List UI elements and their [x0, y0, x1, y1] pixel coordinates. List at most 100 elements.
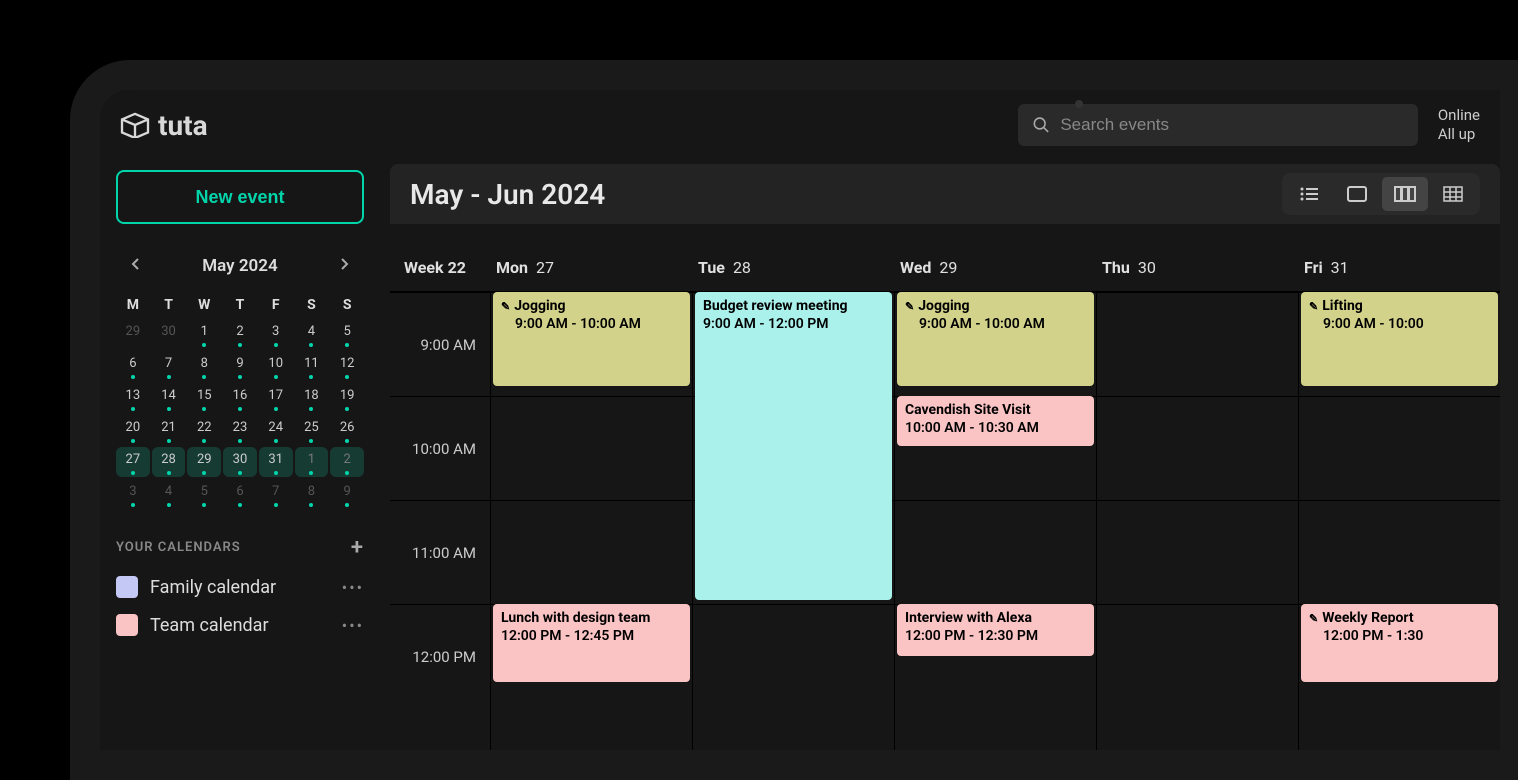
mini-cal-day[interactable]: 6 — [223, 479, 257, 509]
mini-cal-day[interactable]: 9 — [223, 351, 257, 381]
mini-cal-day[interactable]: 16 — [223, 383, 257, 413]
mini-cal-day[interactable]: 6 — [116, 351, 150, 381]
search-input[interactable] — [1060, 115, 1404, 135]
calendar-menu-button[interactable]: ••• — [342, 578, 364, 597]
mini-cal-day[interactable]: 20 — [116, 415, 150, 445]
prev-month-button[interactable] — [122, 252, 148, 279]
mini-cal-day[interactable]: 29 — [116, 319, 150, 349]
mini-cal-day[interactable]: 18 — [295, 383, 329, 413]
list-icon — [1299, 186, 1319, 202]
topbar: tuta Online All up — [100, 90, 1500, 160]
calendar-swatch — [116, 576, 138, 598]
event-time: 12:00 PM - 12:45 PM — [501, 628, 682, 644]
mini-cal-day[interactable]: 25 — [295, 415, 329, 445]
mini-cal-day[interactable]: 30 — [223, 447, 257, 477]
status-block: Online All up — [1438, 106, 1480, 145]
mini-cal-day[interactable]: 11 — [295, 351, 329, 381]
event-title: ✎Weekly Report — [1309, 610, 1490, 626]
time-slot-label: 10:00 AM — [390, 396, 490, 500]
pencil-icon: ✎ — [1309, 300, 1318, 313]
calendar-label: Family calendar — [150, 577, 330, 598]
mini-cal-day[interactable]: 5 — [330, 319, 364, 349]
pencil-icon: ✎ — [1309, 612, 1318, 625]
day-header[interactable]: Mon27 — [490, 258, 692, 277]
mini-cal-day[interactable]: 17 — [259, 383, 293, 413]
calendar-event[interactable]: ✎Jogging9:00 AM - 10:00 AM — [493, 292, 690, 386]
app-logo: tuta — [120, 109, 208, 142]
view-toggle — [1282, 173, 1480, 215]
mini-cal-day[interactable]: 3 — [259, 319, 293, 349]
month-icon — [1443, 186, 1463, 202]
day-header[interactable]: Thu30 — [1096, 258, 1298, 277]
event-time: 10:00 AM - 10:30 AM — [905, 420, 1086, 436]
mini-cal-day[interactable]: 23 — [223, 415, 257, 445]
mini-cal-day[interactable]: 1 — [295, 447, 329, 477]
mini-calendar: May 2024 MTWTFSS293012345678910111213141… — [116, 248, 364, 509]
calendar-event[interactable]: Budget review meeting9:00 AM - 12:00 PM — [695, 292, 892, 600]
day-header[interactable]: Wed29 — [894, 258, 1096, 277]
mini-cal-day[interactable]: 4 — [295, 319, 329, 349]
view-agenda-button[interactable] — [1286, 177, 1332, 211]
mini-cal-day[interactable]: 3 — [116, 479, 150, 509]
day-header[interactable]: Tue28 — [692, 258, 894, 277]
day-icon — [1347, 186, 1367, 202]
mini-cal-day[interactable]: 9 — [330, 479, 364, 509]
mini-cal-day[interactable]: 13 — [116, 383, 150, 413]
day-column[interactable]: ✎Jogging9:00 AM - 10:00 AM Cavendish Site… — [894, 292, 1096, 750]
mini-cal-day[interactable]: 24 — [259, 415, 293, 445]
day-column[interactable]: Budget review meeting9:00 AM - 12:00 PM — [692, 292, 894, 750]
mini-cal-day[interactable]: 10 — [259, 351, 293, 381]
mini-cal-day[interactable]: 28 — [152, 447, 186, 477]
mini-cal-day[interactable]: 21 — [152, 415, 186, 445]
mini-cal-day[interactable]: 7 — [259, 479, 293, 509]
calendar-item[interactable]: Family calendar ••• — [116, 576, 364, 598]
add-calendar-button[interactable]: + — [351, 535, 364, 560]
mini-cal-day[interactable]: 4 — [152, 479, 186, 509]
new-event-button[interactable]: New event — [116, 170, 364, 224]
day-header[interactable]: Fri31 — [1298, 258, 1500, 277]
search-box[interactable] — [1018, 104, 1418, 146]
next-month-button[interactable] — [332, 252, 358, 279]
calendar-event[interactable]: ✎Weekly Report12:00 PM - 1:30 — [1301, 604, 1498, 682]
mini-cal-day[interactable]: 14 — [152, 383, 186, 413]
time-column: 9:00 AM10:00 AM11:00 AM12:00 PM — [390, 292, 490, 750]
mini-cal-dow: T — [152, 293, 186, 317]
main-panel: May - Jun 2024 Week — [380, 160, 1500, 750]
calendar-item[interactable]: Team calendar••• — [116, 614, 364, 636]
calendar-event[interactable]: Interview with Alexa12:00 PM - 12:30 PM — [897, 604, 1094, 656]
calendar-event[interactable]: Cavendish Site Visit 10:00 AM - 10:30 AM — [897, 396, 1094, 446]
mini-cal-day[interactable]: 27 — [116, 447, 150, 477]
mini-cal-day[interactable]: 12 — [330, 351, 364, 381]
day-column[interactable]: ✎Lifting9:00 AM - 10:00 ✎Weekly Report12:… — [1298, 292, 1500, 750]
mini-cal-day[interactable]: 1 — [187, 319, 221, 349]
mini-cal-day[interactable]: 2 — [223, 319, 257, 349]
mini-cal-day[interactable]: 19 — [330, 383, 364, 413]
days-header: Week 22 Mon27Tue28Wed29Thu30Fri31 — [390, 244, 1500, 292]
calendar-event[interactable]: Lunch with design team12:00 PM - 12:45 P… — [493, 604, 690, 682]
mini-cal-day[interactable]: 30 — [152, 319, 186, 349]
calendar-event[interactable]: ✎Lifting9:00 AM - 10:00 — [1301, 292, 1498, 386]
mini-cal-dow: S — [330, 293, 364, 317]
mini-cal-day[interactable]: 22 — [187, 415, 221, 445]
mini-cal-day[interactable]: 31 — [259, 447, 293, 477]
mini-cal-day[interactable]: 8 — [187, 351, 221, 381]
mini-cal-day[interactable]: 5 — [187, 479, 221, 509]
view-month-button[interactable] — [1430, 177, 1476, 211]
day-column[interactable] — [1096, 292, 1298, 750]
mini-cal-day[interactable]: 8 — [295, 479, 329, 509]
time-slot-label: 12:00 PM — [390, 604, 490, 708]
view-day-button[interactable] — [1334, 177, 1380, 211]
calendar-event[interactable]: ✎Jogging9:00 AM - 10:00 AM — [897, 292, 1094, 386]
sidebar: New event May 2024 MTWTFSS29301234567891… — [100, 160, 380, 750]
calendar-menu-button[interactable]: ••• — [342, 616, 364, 635]
mini-cal-day[interactable]: 2 — [330, 447, 364, 477]
mini-cal-day[interactable]: 7 — [152, 351, 186, 381]
mini-cal-day[interactable]: 26 — [330, 415, 364, 445]
status-line-1: Online — [1438, 106, 1480, 126]
mini-cal-day[interactable]: 29 — [187, 447, 221, 477]
view-week-button[interactable] — [1382, 177, 1428, 211]
mini-cal-day[interactable]: 15 — [187, 383, 221, 413]
chevron-right-icon — [340, 257, 350, 271]
event-title: Cavendish Site Visit — [905, 402, 1086, 418]
day-column[interactable]: ✎Jogging9:00 AM - 10:00 AM Lunch with des… — [490, 292, 692, 750]
